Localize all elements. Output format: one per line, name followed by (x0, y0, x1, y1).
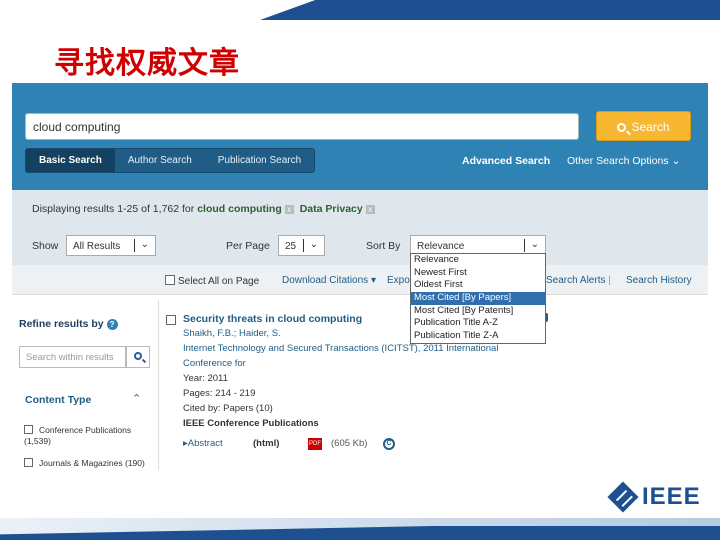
content-type-heading[interactable]: Content Type (25, 394, 91, 406)
sort-option-oldest[interactable]: Oldest First (411, 279, 545, 292)
download-citations-label: Download Citations (282, 275, 369, 286)
search-button-label: Search (631, 120, 670, 134)
search-input[interactable]: cloud computing (25, 113, 579, 140)
divider (158, 300, 159, 470)
slide-title: 寻找权威文章 (54, 46, 240, 81)
pdf-icon: PDF (308, 438, 322, 450)
search-within-button[interactable] (126, 346, 150, 368)
search-button[interactable]: Search (596, 111, 691, 141)
tab-basic-search[interactable]: Basic Search (26, 149, 115, 172)
result-cited-by[interactable]: Cited by: Papers (10) (183, 403, 273, 414)
other-search-options-link[interactable]: Other Search Options ⌄ (567, 155, 680, 167)
facet-journals-magazines[interactable]: Journals & Magazines (190) (24, 458, 154, 469)
search-within-input[interactable]: Search within results (19, 346, 126, 368)
sort-option-title-az[interactable]: Publication Title A-Z (411, 317, 545, 330)
download-citations-link[interactable]: Download Citations ▾ (282, 275, 376, 286)
search-alerts-label: Search Alerts (546, 275, 606, 286)
search-history-link[interactable]: Search History (626, 275, 692, 286)
search-tabs: Basic Search Author Search Publication S… (25, 148, 316, 173)
refine-results-label: Refine results by (19, 318, 104, 330)
show-select-value: All Results (73, 241, 121, 252)
select-all-checkbox[interactable]: Select All on Page (165, 275, 259, 287)
advanced-search-link[interactable]: Advanced Search (462, 155, 550, 167)
search-icon (617, 123, 627, 132)
facet-label: Journals & Magazines (190) (39, 458, 145, 468)
refine-results-heading: Refine results by? (19, 318, 118, 330)
sort-dropdown-menu: Relevance Newest First Oldest First Most… (410, 253, 546, 344)
checkbox[interactable] (24, 458, 33, 467)
query-term: cloud computing (197, 203, 282, 215)
results-summary: Displaying results 1-25 of 1,762 for clo… (32, 203, 378, 215)
checkbox[interactable] (165, 275, 175, 285)
ieee-logo-text: IEEE (642, 483, 701, 510)
pdf-size: (605 Kb) (331, 438, 368, 449)
result-venue-cont[interactable]: Conference for (183, 358, 246, 369)
export-link[interactable]: Expo (387, 275, 410, 286)
result-year: Year: 2011 (183, 373, 228, 384)
tab-publication-search[interactable]: Publication Search (205, 149, 314, 172)
show-label: Show (32, 240, 59, 252)
abstract-link[interactable]: ▸ Abstract (183, 438, 223, 449)
per-page-label: Per Page (226, 240, 270, 252)
chevron-down-icon: ⌄ (309, 239, 318, 250)
result-checkbox[interactable] (166, 315, 176, 325)
search-icon (134, 352, 142, 360)
help-icon[interactable]: ? (106, 319, 118, 330)
results-bar: Displaying results 1-25 of 1,762 for clo… (12, 190, 708, 265)
select-all-label: Select All on Page (178, 276, 260, 287)
result-venue[interactable]: Internet Technology and Secured Transact… (183, 343, 498, 354)
chevron-down-icon: ⌄ (140, 239, 149, 250)
abstract-label: Abstract (187, 438, 223, 449)
search-panel: cloud computing Search Basic Search Auth… (12, 83, 708, 190)
sort-by-value: Relevance (417, 241, 465, 252)
sort-option-most-cited-papers[interactable]: Most Cited [By Papers] (411, 292, 545, 305)
search-alerts-link[interactable]: Search Alerts | (546, 275, 611, 286)
results-summary-text: Displaying results 1-25 of 1,762 for (32, 203, 195, 215)
remove-term-icon[interactable]: x (365, 205, 375, 214)
sort-option-most-cited-patents[interactable]: Most Cited [By Patents] (411, 305, 545, 318)
chevron-up-icon[interactable]: ⌃ (132, 392, 141, 405)
chevron-down-icon: ⌄ (671, 155, 681, 167)
other-search-options-label: Other Search Options (567, 155, 669, 167)
result-authors[interactable]: Shaikh, F.B.; Haider, S. (183, 328, 281, 339)
remove-term-icon[interactable]: x (284, 205, 294, 214)
show-select[interactable]: All Results ⌄ (66, 235, 156, 256)
per-page-select[interactable]: 25 ⌄ (278, 235, 325, 256)
query-term: Data Privacy (299, 203, 363, 215)
per-page-value: 25 (285, 241, 297, 252)
result-publisher: IEEE Conference Publications (183, 418, 319, 429)
bottom-band (0, 518, 720, 540)
top-band (0, 0, 720, 20)
result-pages: Pages: 214 - 219 (183, 388, 256, 399)
checkbox[interactable] (24, 425, 33, 434)
facet-label: Conference Publications (1,539) (24, 425, 132, 446)
html-link[interactable]: (html) (253, 438, 279, 449)
ieee-xplore-screenshot: cloud computing Search Basic Search Auth… (12, 83, 708, 473)
tab-author-search[interactable]: Author Search (115, 149, 205, 172)
sort-option-newest[interactable]: Newest First (411, 267, 545, 280)
caret-down-icon: ▾ (370, 275, 376, 286)
result-title[interactable]: Security threats in cloud computing (183, 313, 362, 325)
facet-conference-publications[interactable]: Conference Publications (1,539) (24, 425, 154, 447)
ieee-diamond-icon (607, 481, 639, 513)
chevron-down-icon: ⌄ (530, 239, 539, 250)
action-bar: Select All on Page Download Citations ▾ … (12, 265, 708, 295)
sort-option-title-za[interactable]: Publication Title Z-A (411, 330, 545, 343)
ieee-logo: IEEE (607, 481, 701, 513)
sort-by-label: Sort By (366, 240, 401, 252)
sort-option-relevance[interactable]: Relevance (411, 254, 545, 267)
rights-icon[interactable]: C (383, 438, 395, 450)
